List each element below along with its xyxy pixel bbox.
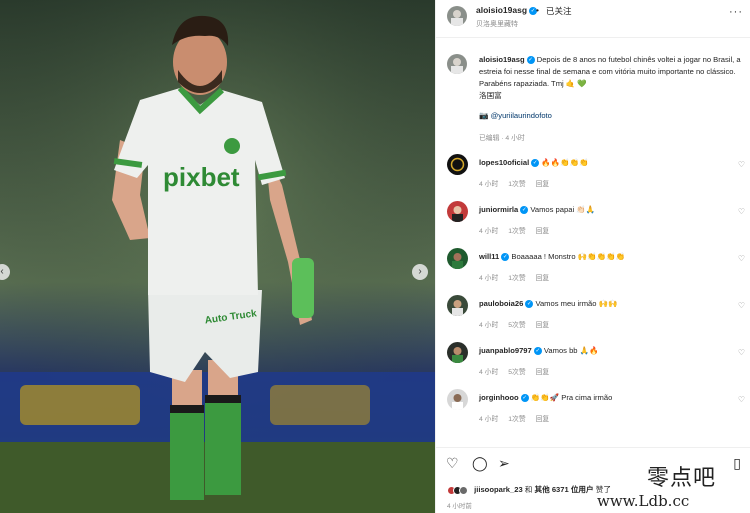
comment-text: Boaaaaa ! Monstro 🙌👏👏👏👏 <box>511 252 625 261</box>
jersey-sponsor-text: pixbet <box>163 162 240 192</box>
comment-username[interactable]: jorginhooo <box>479 393 519 402</box>
caption-chinese-name: 洛国富 <box>479 91 502 100</box>
commenter-avatar[interactable] <box>447 295 468 316</box>
comment-text: 👏👏🚀 Pra cima irmão <box>530 393 613 402</box>
verified-badge-icon: ✓ <box>501 253 510 261</box>
likes-others[interactable]: 其他 6371 位用户 <box>535 485 594 494</box>
player-photo: pixbet Auto Truck <box>0 0 435 513</box>
comment-time: 4 小时 <box>479 228 499 235</box>
comment-text: Vamos bb 🙏🔥 <box>543 346 599 355</box>
heart-icon[interactable]: ♡ <box>446 455 459 472</box>
comment-reply-button[interactable]: 回复 <box>536 369 550 376</box>
caption-avatar[interactable] <box>447 54 467 74</box>
comment-time: 4 小时 <box>479 275 499 282</box>
comment-item: juanpablo9797 ✓ Vamos bb 🙏🔥 4 小时 5次赞 回复 ♡ <box>436 342 750 388</box>
commenter-avatar[interactable] <box>447 342 468 363</box>
heart-icon[interactable]: ♡ <box>738 395 745 404</box>
comment-username[interactable]: will11 <box>479 252 499 261</box>
commenter-avatar[interactable] <box>447 154 468 175</box>
author-username[interactable]: aloisio19asg ✓ <box>476 5 538 15</box>
liker-avatar <box>459 485 468 495</box>
commenter-avatar[interactable] <box>447 201 468 222</box>
photo-credit-link[interactable]: 📷 @yuriilaurindofoto <box>479 111 552 120</box>
comment-username[interactable]: juanpablo9797 <box>479 346 532 355</box>
comment-time: 4 小时 <box>479 416 499 423</box>
heart-icon[interactable]: ♡ <box>738 348 745 357</box>
comment-icon[interactable]: ◯ <box>472 455 488 472</box>
comment-text: 🔥🔥👏👏👏 <box>541 158 589 167</box>
commenter-avatar[interactable] <box>447 389 468 410</box>
comment-reply-button[interactable]: 回复 <box>536 181 550 188</box>
heart-icon[interactable]: ♡ <box>738 254 745 263</box>
comment-item: lopes10oficial ✓ 🔥🔥👏👏👏 4 小时 1次赞 回复 ♡ <box>436 154 750 200</box>
post-timestamp: 4 小时前 <box>447 503 472 510</box>
comment-reply-button[interactable]: 回复 <box>536 416 550 423</box>
comment-username[interactable]: juniormirla <box>479 205 518 214</box>
comment-text: Vamos papai 👏🏻🙏 <box>530 205 596 214</box>
caption-edited-time: 已编辑 · 4 小时 <box>479 135 525 142</box>
heart-icon[interactable]: ♡ <box>738 301 745 310</box>
comment-likes[interactable]: 5次赞 <box>508 369 525 376</box>
comment-item: jorginhooo ✓ 👏👏🚀 Pra cima irmão 4 小时 1次赞 回复… <box>436 389 750 435</box>
share-icon[interactable]: ➢ <box>498 455 510 472</box>
post-location[interactable]: 贝洛奥里藏特 <box>476 19 518 29</box>
verified-badge-icon: ✓ <box>531 159 540 167</box>
verified-badge-icon: ✓ <box>525 300 534 308</box>
heart-icon[interactable]: ♡ <box>738 160 745 169</box>
comment-likes[interactable]: 5次赞 <box>508 322 525 329</box>
likes-middle: 和 <box>524 485 533 494</box>
comment-item: will11 ✓ Boaaaaa ! Monstro 🙌👏👏👏👏 4 小时 1次赞 回… <box>436 248 750 294</box>
watermark-top: 零点吧 <box>647 466 717 491</box>
heart-icon[interactable]: ♡ <box>738 207 745 216</box>
commenter-avatar[interactable] <box>447 248 468 269</box>
liker-username[interactable]: jiisoopark_23 <box>474 485 523 494</box>
comment-likes[interactable]: 1次赞 <box>508 181 525 188</box>
post-image[interactable]: pixbet Auto Truck ‹ › <box>0 0 435 513</box>
comment-username[interactable]: lopes10oficial <box>479 158 529 167</box>
more-icon[interactable]: ··· <box>729 6 743 18</box>
verified-badge-icon: ✓ <box>526 56 535 64</box>
comment-reply-button[interactable]: 回复 <box>536 275 550 282</box>
comment-time: 4 小时 <box>479 181 499 188</box>
comment-text: Vamos meu irmão 🙌🙌 <box>535 299 618 308</box>
author-avatar[interactable] <box>447 6 467 26</box>
header-separator: • <box>536 5 539 15</box>
watermark: 零点吧 www.Ldb.cc <box>597 456 747 513</box>
verified-badge-icon: ✓ <box>520 394 529 402</box>
comment-item: juniormirla ✓ Vamos papai 👏🏻🙏 4 小时 1次赞 回复 ♡ <box>436 201 750 247</box>
verified-badge-icon: ✓ <box>533 347 542 355</box>
likes-summary[interactable]: jiisoopark_23 和 其他 6371 位用户 赞了 <box>447 484 611 495</box>
comment-reply-button[interactable]: 回复 <box>536 322 550 329</box>
comment-reply-button[interactable]: 回复 <box>536 228 550 235</box>
comment-time: 4 小时 <box>479 322 499 329</box>
verified-badge-icon: ✓ <box>520 206 529 214</box>
watermark-url: www.Ldb.cc <box>597 492 690 510</box>
chevron-right-icon[interactable]: › <box>412 264 428 280</box>
comment-likes[interactable]: 1次赞 <box>508 275 525 282</box>
comment-time: 4 小时 <box>479 369 499 376</box>
post-details-panel: aloisio19asg ✓ • 已关注 贝洛奥里藏特 ··· aloisio19… <box>435 0 750 513</box>
caption-text-block: aloisio19asg ✓ Depois de 8 anos no futebo… <box>479 54 741 102</box>
comment-likes[interactable]: 1次赞 <box>508 416 525 423</box>
comment-item: pauloboia26 ✓ Vamos meu irmão 🙌🙌 4 小时 5次赞 回… <box>436 295 750 341</box>
comment-username[interactable]: pauloboia26 <box>479 299 523 308</box>
comment-likes[interactable]: 1次赞 <box>508 228 525 235</box>
post-header: aloisio19asg ✓ • 已关注 贝洛奥里藏特 ··· <box>436 0 750 38</box>
caption-username[interactable]: aloisio19asg <box>479 55 525 64</box>
follow-status-button[interactable]: 已关注 <box>546 5 572 17</box>
